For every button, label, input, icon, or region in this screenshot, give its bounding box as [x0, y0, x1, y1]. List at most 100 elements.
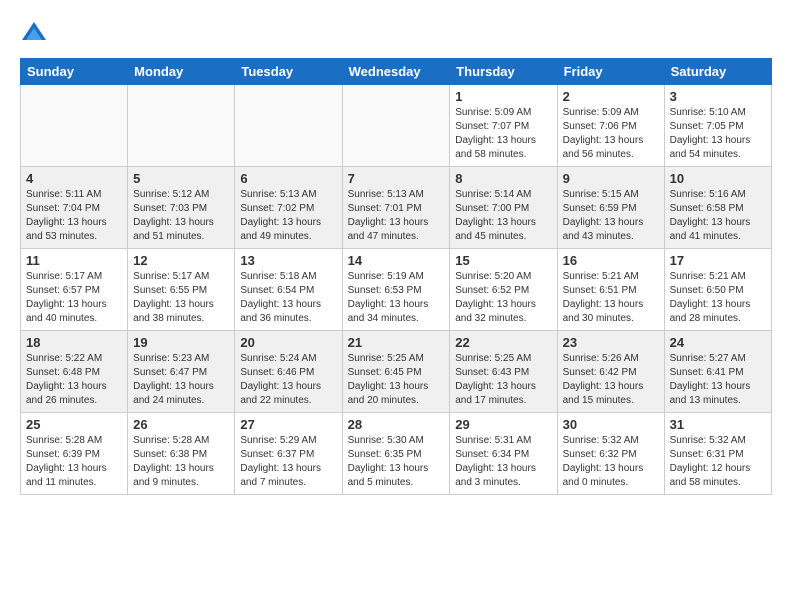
calendar-day-cell: 8 Sunrise: 5:14 AM Sunset: 7:00 PM Daylig… — [450, 167, 557, 249]
day-info: Sunrise: 5:13 AM Sunset: 7:01 PM Dayligh… — [348, 188, 445, 244]
calendar-week-row: 1Sunrise: 5:09 AM Sunset: 7:07 PM Daylig… — [21, 85, 772, 167]
day-info: Sunrise: 5:09 AM Sunset: 7:06 PM Dayligh… — [563, 106, 659, 162]
calendar-day-cell: 19 Sunrise: 5:23 AM Sunset: 6:47 PM Dayli… — [128, 331, 235, 413]
calendar-week-row: 25 Sunrise: 5:28 AM Sunset: 6:39 PM Dayli… — [21, 413, 772, 495]
day-number: 28 — [348, 417, 445, 432]
calendar-day-cell: 29 Sunrise: 5:31 AM Sunset: 6:34 PM Dayli… — [450, 413, 557, 495]
calendar-day-cell: 21 Sunrise: 5:25 AM Sunset: 6:45 PM Dayli… — [342, 331, 450, 413]
day-number: 3 — [670, 89, 766, 104]
calendar-week-row: 4 Sunrise: 5:11 AM Sunset: 7:04 PM Daylig… — [21, 167, 772, 249]
day-number: 2 — [563, 89, 659, 104]
calendar-day-cell: 17 Sunrise: 5:21 AM Sunset: 6:50 PM Dayli… — [664, 249, 771, 331]
day-number: 31 — [670, 417, 766, 432]
day-info: Sunrise: 5:32 AM Sunset: 6:31 PM Dayligh… — [670, 434, 766, 490]
day-number: 10 — [670, 171, 766, 186]
day-number: 15 — [455, 253, 551, 268]
day-info: Sunrise: 5:25 AM Sunset: 6:45 PM Dayligh… — [348, 352, 445, 408]
calendar-day-cell — [128, 85, 235, 167]
calendar-day-cell: 26 Sunrise: 5:28 AM Sunset: 6:38 PM Dayli… — [128, 413, 235, 495]
day-info: Sunrise: 5:09 AM Sunset: 7:07 PM Dayligh… — [455, 106, 551, 162]
calendar-week-row: 11Sunrise: 5:17 AM Sunset: 6:57 PM Dayli… — [21, 249, 772, 331]
day-info: Sunrise: 5:12 AM Sunset: 7:03 PM Dayligh… — [133, 188, 229, 244]
day-number: 23 — [563, 335, 659, 350]
calendar-day-cell: 23 Sunrise: 5:26 AM Sunset: 6:42 PM Dayli… — [557, 331, 664, 413]
weekday-header-row: SundayMondayTuesdayWednesdayThursdayFrid… — [21, 59, 772, 85]
calendar-table: SundayMondayTuesdayWednesdayThursdayFrid… — [20, 58, 772, 495]
weekday-header-cell: Thursday — [450, 59, 557, 85]
weekday-header-cell: Monday — [128, 59, 235, 85]
day-number: 29 — [455, 417, 551, 432]
day-info: Sunrise: 5:13 AM Sunset: 7:02 PM Dayligh… — [240, 188, 336, 244]
calendar-week-row: 18 Sunrise: 5:22 AM Sunset: 6:48 PM Dayli… — [21, 331, 772, 413]
day-number: 12 — [133, 253, 229, 268]
calendar-body: 1Sunrise: 5:09 AM Sunset: 7:07 PM Daylig… — [21, 85, 772, 495]
day-info: Sunrise: 5:28 AM Sunset: 6:38 PM Dayligh… — [133, 434, 229, 490]
day-info: Sunrise: 5:11 AM Sunset: 7:04 PM Dayligh… — [26, 188, 122, 244]
day-info: Sunrise: 5:18 AM Sunset: 6:54 PM Dayligh… — [240, 270, 336, 326]
calendar-day-cell: 20 Sunrise: 5:24 AM Sunset: 6:46 PM Dayli… — [235, 331, 342, 413]
weekday-header-cell: Sunday — [21, 59, 128, 85]
day-info: Sunrise: 5:24 AM Sunset: 6:46 PM Dayligh… — [240, 352, 336, 408]
day-info: Sunrise: 5:21 AM Sunset: 6:51 PM Dayligh… — [563, 270, 659, 326]
day-info: Sunrise: 5:22 AM Sunset: 6:48 PM Dayligh… — [26, 352, 122, 408]
day-info: Sunrise: 5:25 AM Sunset: 6:43 PM Dayligh… — [455, 352, 551, 408]
day-number: 13 — [240, 253, 336, 268]
day-info: Sunrise: 5:15 AM Sunset: 6:59 PM Dayligh… — [563, 188, 659, 244]
weekday-header-cell: Wednesday — [342, 59, 450, 85]
weekday-header-cell: Friday — [557, 59, 664, 85]
calendar-day-cell: 31 Sunrise: 5:32 AM Sunset: 6:31 PM Dayli… — [664, 413, 771, 495]
calendar-day-cell: 13 Sunrise: 5:18 AM Sunset: 6:54 PM Dayli… — [235, 249, 342, 331]
day-number: 30 — [563, 417, 659, 432]
day-info: Sunrise: 5:31 AM Sunset: 6:34 PM Dayligh… — [455, 434, 551, 490]
day-info: Sunrise: 5:21 AM Sunset: 6:50 PM Dayligh… — [670, 270, 766, 326]
calendar-day-cell: 27Sunrise: 5:29 AM Sunset: 6:37 PM Dayli… — [235, 413, 342, 495]
calendar-day-cell: 1Sunrise: 5:09 AM Sunset: 7:07 PM Daylig… — [450, 85, 557, 167]
day-number: 20 — [240, 335, 336, 350]
day-number: 16 — [563, 253, 659, 268]
calendar-day-cell: 15 Sunrise: 5:20 AM Sunset: 6:52 PM Dayli… — [450, 249, 557, 331]
calendar-day-cell: 30 Sunrise: 5:32 AM Sunset: 6:32 PM Dayli… — [557, 413, 664, 495]
day-info: Sunrise: 5:32 AM Sunset: 6:32 PM Dayligh… — [563, 434, 659, 490]
calendar-day-cell: 10 Sunrise: 5:16 AM Sunset: 6:58 PM Dayli… — [664, 167, 771, 249]
day-number: 19 — [133, 335, 229, 350]
day-info: Sunrise: 5:27 AM Sunset: 6:41 PM Dayligh… — [670, 352, 766, 408]
day-info: Sunrise: 5:20 AM Sunset: 6:52 PM Dayligh… — [455, 270, 551, 326]
day-number: 14 — [348, 253, 445, 268]
day-info: Sunrise: 5:10 AM Sunset: 7:05 PM Dayligh… — [670, 106, 766, 162]
page-header — [20, 20, 772, 48]
day-info: Sunrise: 5:23 AM Sunset: 6:47 PM Dayligh… — [133, 352, 229, 408]
day-number: 24 — [670, 335, 766, 350]
calendar-day-cell: 12 Sunrise: 5:17 AM Sunset: 6:55 PM Dayli… — [128, 249, 235, 331]
day-info: Sunrise: 5:26 AM Sunset: 6:42 PM Dayligh… — [563, 352, 659, 408]
calendar-day-cell: 3 Sunrise: 5:10 AM Sunset: 7:05 PM Daylig… — [664, 85, 771, 167]
day-number: 25 — [26, 417, 122, 432]
calendar-day-cell — [21, 85, 128, 167]
calendar-day-cell: 4 Sunrise: 5:11 AM Sunset: 7:04 PM Daylig… — [21, 167, 128, 249]
day-number: 17 — [670, 253, 766, 268]
day-info: Sunrise: 5:14 AM Sunset: 7:00 PM Dayligh… — [455, 188, 551, 244]
logo — [20, 20, 52, 48]
day-info: Sunrise: 5:28 AM Sunset: 6:39 PM Dayligh… — [26, 434, 122, 490]
calendar-day-cell: 16 Sunrise: 5:21 AM Sunset: 6:51 PM Dayli… — [557, 249, 664, 331]
day-number: 22 — [455, 335, 551, 350]
day-info: Sunrise: 5:17 AM Sunset: 6:57 PM Dayligh… — [26, 270, 122, 326]
calendar-day-cell: 7 Sunrise: 5:13 AM Sunset: 7:01 PM Daylig… — [342, 167, 450, 249]
calendar-day-cell: 11Sunrise: 5:17 AM Sunset: 6:57 PM Dayli… — [21, 249, 128, 331]
calendar-day-cell — [235, 85, 342, 167]
day-number: 6 — [240, 171, 336, 186]
day-number: 21 — [348, 335, 445, 350]
day-number: 7 — [348, 171, 445, 186]
day-info: Sunrise: 5:16 AM Sunset: 6:58 PM Dayligh… — [670, 188, 766, 244]
calendar-day-cell: 2 Sunrise: 5:09 AM Sunset: 7:06 PM Daylig… — [557, 85, 664, 167]
day-number: 18 — [26, 335, 122, 350]
calendar-day-cell: 24 Sunrise: 5:27 AM Sunset: 6:41 PM Dayli… — [664, 331, 771, 413]
day-number: 9 — [563, 171, 659, 186]
calendar-day-cell: 9 Sunrise: 5:15 AM Sunset: 6:59 PM Daylig… — [557, 167, 664, 249]
day-info: Sunrise: 5:17 AM Sunset: 6:55 PM Dayligh… — [133, 270, 229, 326]
calendar-day-cell: 28Sunrise: 5:30 AM Sunset: 6:35 PM Dayli… — [342, 413, 450, 495]
day-number: 8 — [455, 171, 551, 186]
calendar-day-cell: 22 Sunrise: 5:25 AM Sunset: 6:43 PM Dayli… — [450, 331, 557, 413]
day-number: 4 — [26, 171, 122, 186]
day-number: 26 — [133, 417, 229, 432]
calendar-day-cell: 14Sunrise: 5:19 AM Sunset: 6:53 PM Dayli… — [342, 249, 450, 331]
